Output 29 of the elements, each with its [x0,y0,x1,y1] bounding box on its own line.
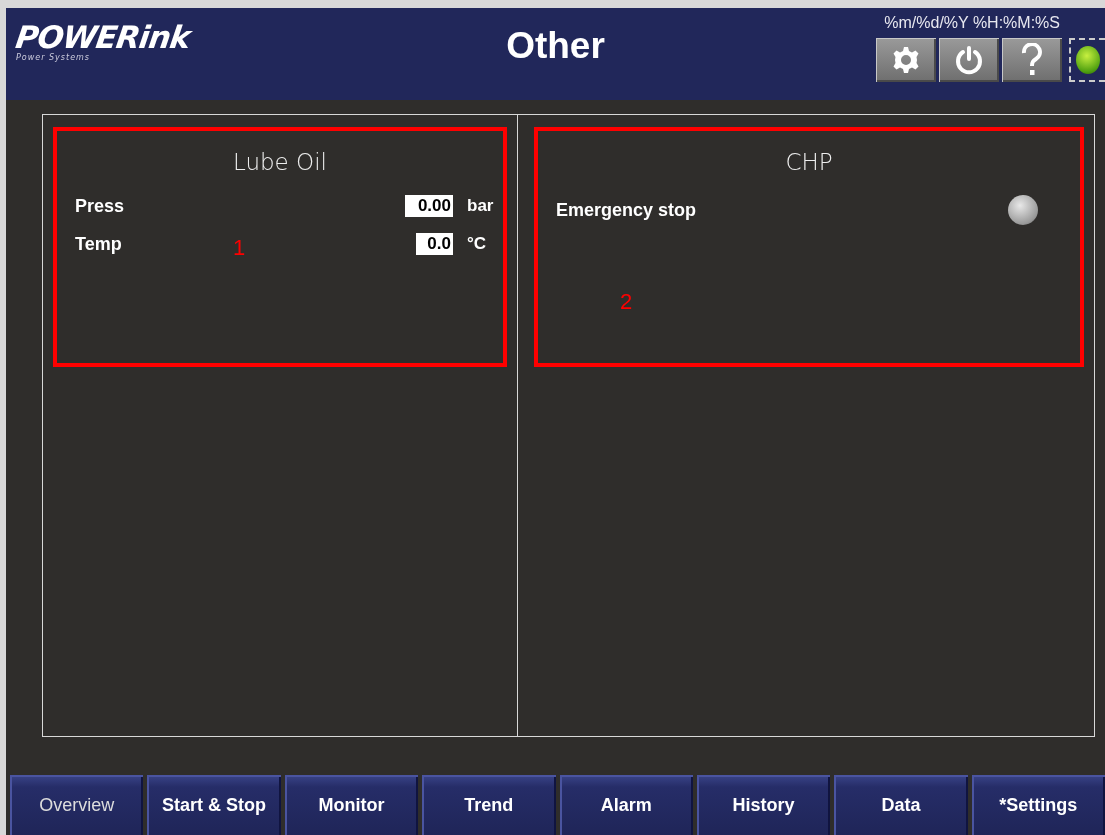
nav-tab[interactable]: Trend [422,775,556,835]
help-icon [1020,43,1044,77]
logo: POWERink [13,22,192,52]
nav-tab[interactable]: History [696,775,831,835]
field-label: Temp [75,233,122,255]
screen-title: Other [506,25,605,67]
value-field: 0.00 [405,195,453,217]
settings-button[interactable] [876,38,936,82]
power-icon [954,45,984,75]
field-label: Emergency stop [556,199,697,221]
nav-tab[interactable]: Monitor [284,775,419,835]
panel-title: CHP [784,149,834,175]
annotation-number: 1 [233,235,246,261]
value-field: 0.0 [416,233,453,255]
unit-label: bar [467,196,495,216]
nav-tab[interactable]: Start & Stop [147,775,281,835]
power-button[interactable] [939,38,999,82]
help-button[interactable] [1002,38,1062,82]
panel-title: Lube Oil [232,149,328,175]
unit-label: °C [467,234,488,254]
nav-tab[interactable]: Alarm [559,775,693,835]
field-label: Press [75,195,125,217]
nav-tab[interactable]: Overview [10,775,144,835]
datetime: %m/%d/%Y %H:%M:%S [884,14,1060,32]
annotation-number: 2 [620,289,633,315]
nav-tab[interactable]: *Settings [971,775,1105,835]
settings-icon [892,46,920,74]
logo-tagline: Power Systems [16,53,91,62]
nav-tab[interactable]: Data [834,775,968,835]
